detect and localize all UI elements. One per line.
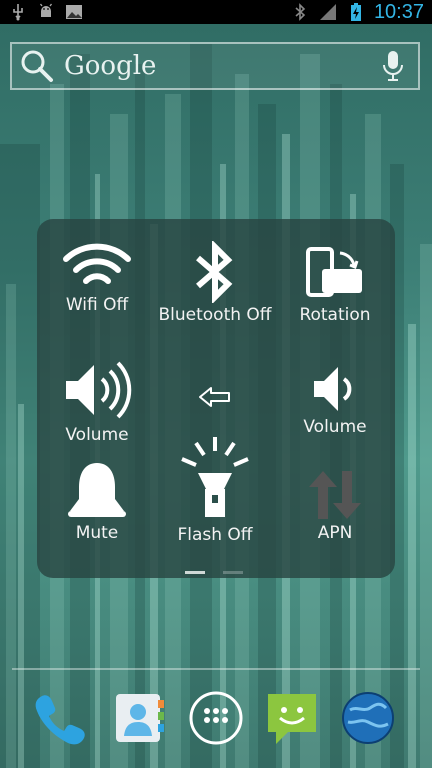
toggle-mute[interactable]: Mute	[37, 459, 157, 543]
search-icon[interactable]	[18, 47, 56, 85]
dock-phone[interactable]	[30, 688, 90, 748]
dock	[0, 688, 432, 752]
apn-arrows-icon	[309, 471, 361, 519]
clock: 10:37	[373, 0, 424, 23]
volume-down-icon	[314, 367, 352, 411]
toggle-label: Rotation	[299, 305, 371, 325]
image-icon	[64, 3, 84, 21]
search-label: Google	[64, 51, 157, 81]
page-indicator	[185, 571, 243, 574]
android-debug-icon	[36, 3, 56, 21]
contacts-icon	[116, 694, 164, 742]
bluetooth-icon	[290, 3, 310, 21]
flashlight-icon	[181, 437, 249, 517]
toggle-label: Mute	[75, 523, 119, 543]
rotation-icon	[306, 247, 362, 297]
dock-app-drawer[interactable]	[186, 688, 246, 748]
microphone-icon[interactable]	[378, 47, 408, 85]
dock-contacts[interactable]	[110, 688, 170, 748]
phone-icon	[35, 695, 85, 745]
page-dot-active	[185, 571, 205, 574]
toggle-label: APN	[317, 523, 353, 543]
toggle-label: Flash Off	[177, 525, 253, 545]
toggle-back-arrow[interactable]	[155, 385, 275, 411]
browser-globe-icon	[342, 692, 394, 744]
status-bar: 10:37	[0, 0, 432, 24]
toggle-wifi[interactable]: Wifi Off	[37, 241, 157, 315]
wifi-icon	[63, 243, 131, 284]
toggle-flashlight[interactable]: Flash Off	[155, 433, 275, 545]
toggle-bluetooth[interactable]: Bluetooth Off	[155, 241, 275, 325]
toggle-volume-down[interactable]: Volume	[275, 363, 395, 437]
search-bar[interactable]: Google	[10, 42, 420, 90]
app-drawer-icon	[189, 691, 243, 745]
toggle-rotation[interactable]: Rotation	[275, 245, 395, 325]
dock-divider	[12, 668, 420, 670]
toggle-apn[interactable]: APN	[275, 469, 395, 543]
battery-charging-icon	[346, 3, 366, 21]
toggle-panel: Wifi Off Bluetooth Off Rotation Volume V…	[37, 219, 395, 578]
toggle-label: Wifi Off	[65, 295, 129, 315]
signal-icon	[318, 3, 338, 21]
arrow-left-icon	[199, 387, 230, 407]
bell-icon	[68, 463, 126, 517]
dock-browser[interactable]	[338, 688, 398, 748]
toggle-label: Volume	[303, 417, 367, 437]
dock-messaging[interactable]	[262, 688, 322, 748]
toggle-volume-up[interactable]: Volume	[37, 357, 157, 445]
bluetooth-icon	[196, 241, 233, 303]
usb-icon	[8, 3, 28, 21]
page-dot	[223, 571, 243, 574]
volume-up-icon	[66, 361, 132, 419]
toggle-label: Volume	[65, 425, 129, 445]
messaging-icon	[268, 694, 316, 744]
toggle-label: Bluetooth Off	[158, 305, 272, 325]
